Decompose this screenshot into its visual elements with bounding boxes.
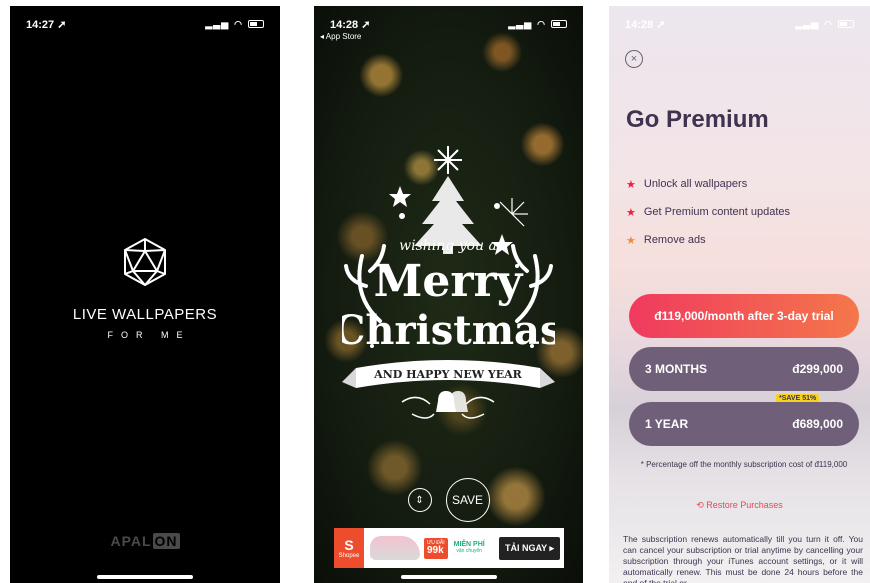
status-time: 14:28 ➚ [330,18,371,31]
wallpaper-greeting-small: wishing you a [399,238,497,254]
bell-icon [436,391,468,412]
back-to-app-store-link[interactable]: ◂ App Store [320,32,361,41]
status-icons: ▂▃▅ ◠ [795,19,854,30]
location-arrow-icon: ➚ [361,18,371,31]
brand-logo: APAL ON [10,533,280,549]
feature-list: ★ Unlock all wallpapers ★ Get Premium cont… [626,170,790,254]
star-icon: ★ [626,234,636,247]
christmas-wallpaper-art: wishing you a Merry Christmas AND HAPPY … [342,146,555,419]
status-bar: 14:28 ➚ ▂▃▅ ◠ [330,16,567,32]
plan-price: đ299,000 [792,362,843,376]
battery-icon [248,20,264,28]
battery-icon [838,20,854,28]
wallpaper-greeting-christmas: Christmas [342,307,555,354]
ad-free-shipping: MIỄN PHÍ vận chuyển [453,541,485,555]
status-icons: ▂▃▅ ◠ [508,19,567,30]
trial-plan-label: đ119,000/month after 3-day trial [654,309,834,323]
plan-price: đ689,000 [792,417,843,431]
ribbon-text: AND HAPPY NEW YEAR [373,368,523,381]
brand-text: APAL [110,533,152,549]
chevron-up-down-icon: ⇕ [415,494,424,506]
close-button[interactable]: × [625,50,643,68]
shopee-logo-icon: S Shopee [334,528,364,568]
status-icons: ▂▃▅ ◠ [205,19,264,30]
tree-icon [414,176,482,246]
star-icon: ★ [626,206,636,219]
splash-screen: 14:27 ➚ ▂▃▅ ◠ LIVE WALLPAPERS FOR ME APA… [10,6,280,583]
footnote: * Percentage off the monthly subscriptio… [640,460,848,469]
feature-item: ★ Unlock all wallpapers [626,178,748,191]
feature-item: ★ Get Premium content updates [626,206,791,219]
star-icon: ★ [626,178,636,191]
wallpaper-preview-screen: 14:28 ➚ ▂▃▅ ◠ ◂ App Store wishing you a … [314,6,583,583]
ad-install-button[interactable]: TẢI NGAY ▸ [498,536,560,560]
ad-price-tag: ƯU ĐÃI 99k [424,537,448,559]
wifi-icon: ◠ [824,18,833,29]
plan-name: 1 YEAR [645,417,689,431]
shoe-image [370,536,420,560]
close-icon: × [630,53,638,65]
ad-banner[interactable]: S Shopee ƯU ĐÃI 99k MIỄN PHÍ vận chuyển TẢI… [334,528,564,568]
signal-icon: ▂▃▅ [795,18,820,29]
restore-purchases-link[interactable]: ⟲ Restore Purchases [609,500,870,511]
app-subtitle: FOR ME [107,330,191,340]
wifi-icon: ◠ [234,18,243,29]
page-title: Go Premium [626,106,769,133]
battery-icon [551,20,567,28]
home-indicator[interactable] [97,575,193,579]
status-time: 14:28 ➚ [625,18,666,31]
preview-controls: ⇕ SAVE [314,478,583,522]
home-indicator[interactable] [400,575,497,579]
premium-screen: 14:28 ➚ ▂▃▅ ◠ × Go Premium ★ Unlock all w… [609,6,870,583]
status-bar: 14:28 ➚ ▂▃▅ ◠ [625,16,854,32]
status-time: 14:27 ➚ [26,18,67,31]
trial-plan-button[interactable]: đ119,000/month after 3-day trial [629,294,859,338]
screenshot-stage: 14:27 ➚ ▂▃▅ ◠ LIVE WALLPAPERS FOR ME APA… [0,0,870,583]
snowflake-icon [434,146,462,174]
signal-icon: ▂▃▅ [508,18,533,29]
save-button[interactable]: SAVE [445,478,490,522]
location-arrow-icon: ➚ [656,18,666,31]
icosahedron-logo-icon [124,238,166,286]
legal-text: The subscription renews automatically ti… [623,534,863,583]
toggle-preview-button[interactable]: ⇕ [407,488,432,512]
status-bar: 14:27 ➚ ▂▃▅ ◠ [26,16,264,32]
wallpaper-greeting-merry: Merry [374,256,524,307]
plan-3-months-button[interactable]: 3 MONTHS đ299,000 [629,347,859,391]
wifi-icon: ◠ [537,18,546,29]
feature-item: ★ Remove ads [626,234,706,247]
location-arrow-icon: ➚ [57,18,67,31]
plan-1-year-button[interactable]: 1 YEAR đ689,000 [629,402,859,446]
plan-name: 3 MONTHS [645,362,708,376]
app-logo [10,236,280,288]
app-title: LIVE WALLPAPERS [72,306,218,323]
firework-icon [499,198,528,227]
signal-icon: ▂▃▅ [205,18,230,29]
brand-box-text: ON [152,533,180,549]
